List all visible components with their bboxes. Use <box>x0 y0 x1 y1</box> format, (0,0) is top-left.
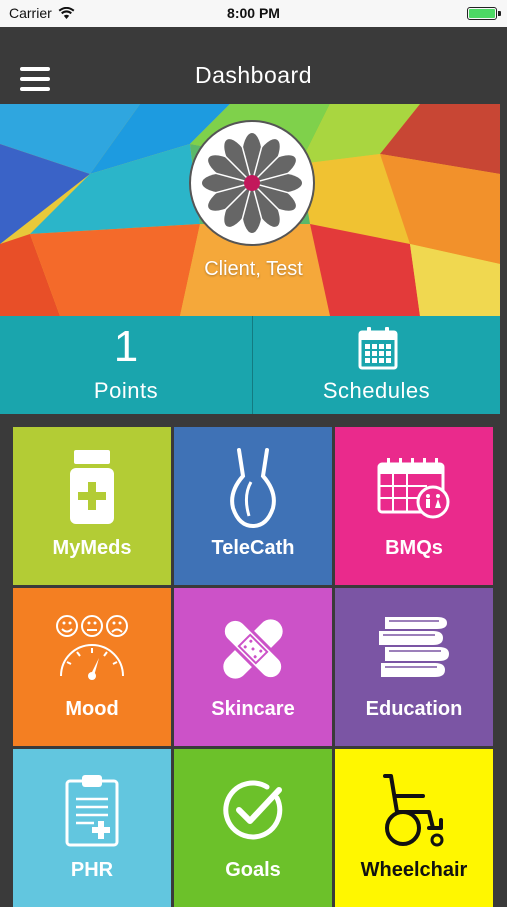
calendar-icon <box>358 327 398 370</box>
tile-label: Mood <box>65 698 119 720</box>
tile-education[interactable]: Education <box>335 588 493 746</box>
stats-bar: 1 Points Schedules <box>0 316 500 414</box>
wheelchair-icon <box>383 773 444 846</box>
points-label: Points <box>93 378 159 403</box>
tile-label: Education <box>365 698 463 720</box>
schedules-button[interactable]: Schedules <box>253 316 500 414</box>
tile-label: TeleCath <box>211 537 295 559</box>
tile-label: Skincare <box>211 698 295 720</box>
dashboard-grid: MyMeds TeleCath BMQs Mood Skincare Educa… <box>13 427 494 907</box>
battery-icon <box>467 7 501 20</box>
client-name: Client, Test <box>204 258 303 280</box>
tile-phr[interactable]: PHR <box>13 749 171 907</box>
points-value: 1 <box>113 322 139 371</box>
tile-bmqs[interactable]: BMQs <box>335 427 493 585</box>
checkmark-icon <box>223 780 283 839</box>
books-icon <box>379 616 449 677</box>
profile-banner: Client, Test <box>0 104 500 316</box>
scroll-indicator <box>500 104 507 316</box>
tile-mymeds[interactable]: MyMeds <box>13 427 171 585</box>
flower-icon <box>202 133 302 233</box>
points-button[interactable]: 1 Points <box>0 316 253 414</box>
medicine-bottle-icon <box>70 449 114 524</box>
navigation-bar: Dashboard <box>0 27 507 104</box>
clipboard-icon <box>65 774 119 846</box>
page-title: Dashboard <box>194 62 313 88</box>
catheter-icon <box>230 447 276 528</box>
tile-label: Goals <box>225 859 281 881</box>
tile-label: PHR <box>70 859 114 881</box>
calendar-restroom-icon <box>377 457 450 518</box>
tile-mood[interactable]: Mood <box>13 588 171 746</box>
tile-wheelchair[interactable]: Wheelchair <box>335 749 493 907</box>
tile-skincare[interactable]: Skincare <box>174 588 332 746</box>
schedules-label: Schedules <box>322 378 431 403</box>
mood-gauge-icon <box>56 614 128 680</box>
tile-label: BMQs <box>385 537 443 559</box>
tile-label: MyMeds <box>52 537 132 559</box>
battery-fill <box>469 9 495 18</box>
status-bar: Carrier 8:00 PM <box>0 0 507 27</box>
status-time: 8:00 PM <box>227 5 280 21</box>
tile-goals[interactable]: Goals <box>174 749 332 907</box>
tile-label: Wheelchair <box>360 859 468 881</box>
tile-telecath[interactable]: TeleCath <box>174 427 332 585</box>
avatar[interactable] <box>189 120 315 246</box>
bandage-icon <box>221 617 285 680</box>
